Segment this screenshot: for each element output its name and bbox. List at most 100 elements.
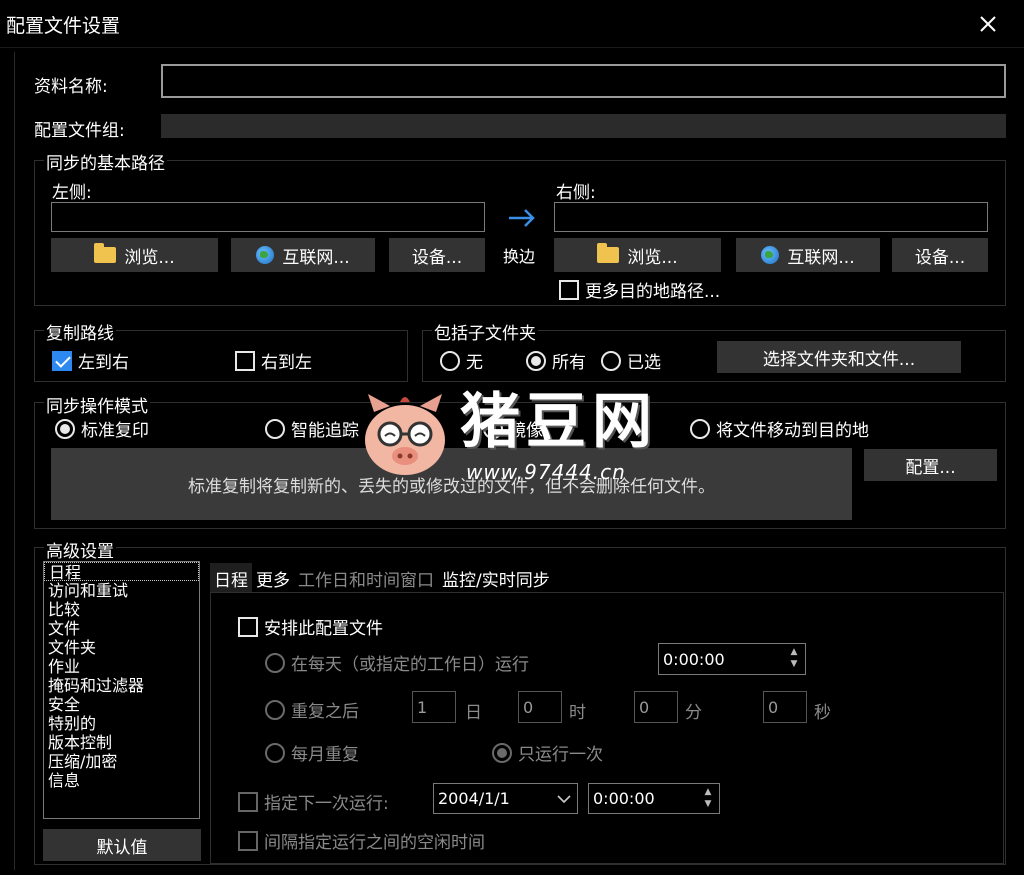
next-run-checkbox[interactable]: 指定下一次运行: <box>238 789 389 814</box>
hours-unit: 时 <box>569 703 586 723</box>
interval-idle-checkbox[interactable]: 间隔指定运行之间的空闲时间 <box>238 828 485 853</box>
profile-name-input[interactable] <box>161 64 1006 98</box>
mode-move-radio[interactable]: 将文件移动到目的地 <box>690 416 869 441</box>
globe-icon <box>761 246 780 264</box>
watermark-brand: 猪豆网 <box>460 387 658 457</box>
seconds-unit: 秒 <box>814 703 831 723</box>
tab-schedule[interactable]: 日程 <box>210 563 252 593</box>
run-once-radio[interactable]: 只运行一次 <box>492 740 603 765</box>
tab-monitor-realtime[interactable]: 监控/实时同步 <box>438 563 554 593</box>
select-folders-files-label: 选择文件夹和文件... <box>762 349 916 370</box>
checkbox-box <box>235 350 255 371</box>
category-item[interactable]: 安全 <box>44 695 199 714</box>
category-item[interactable]: 文件夹 <box>44 638 199 657</box>
defaults-button[interactable]: 默认值 <box>43 829 201 861</box>
left-browse-button[interactable]: 浏览... <box>51 238 218 272</box>
radio-selected-icon <box>492 742 512 763</box>
mode-smart-tracking-label: 智能追踪 <box>291 421 359 441</box>
swap-sides-button[interactable]: 换边 <box>503 243 535 267</box>
mode-move-label: 将文件移动到目的地 <box>716 421 869 441</box>
chevron-down-icon <box>557 795 571 804</box>
left-browse-label: 浏览... <box>124 247 175 268</box>
title-bar: 配置文件设置 <box>0 0 1024 48</box>
category-item[interactable]: 版本控制 <box>44 733 199 752</box>
mode-description: 标准复制将复制新的、丢失的或修改过的文件，但不会删除任何文件。 <box>51 448 852 520</box>
close-button[interactable] <box>966 4 1010 44</box>
left-device-button[interactable]: 设备... <box>389 238 485 272</box>
repeat-minutes-input[interactable]: 0 <box>634 691 678 723</box>
radio-icon <box>265 652 285 673</box>
category-item[interactable]: 信息 <box>44 771 199 790</box>
radio-icon <box>265 418 285 439</box>
mode-smart-tracking-radio[interactable]: 智能追踪 <box>265 416 359 441</box>
repeat-days-input[interactable]: 1 <box>412 691 456 723</box>
subfolders-none-label: 无 <box>466 353 483 373</box>
repeat-after-label: 重复之后 <box>291 702 359 722</box>
category-item[interactable]: 访问和重试 <box>44 581 199 600</box>
ltr-checkbox[interactable]: 左到右 <box>52 348 129 373</box>
next-run-time-input[interactable]: 0:00:00 ▲ ▼ <box>588 783 720 814</box>
radio-icon <box>690 418 710 439</box>
mode-description-text: 标准复制将复制新的、丢失的或修改过的文件，但不会删除任何文件。 <box>188 476 715 497</box>
subfolders-title: 包括子文件夹 <box>432 319 538 344</box>
left-internet-button[interactable]: 互联网... <box>231 238 375 272</box>
next-run-date-select[interactable]: 2004/1/1 <box>433 783 578 814</box>
right-internet-button[interactable]: 互联网... <box>736 238 880 272</box>
advanced-tabs: 日程 更多 工作日和时间窗口 监控/实时同步 <box>210 563 554 593</box>
advanced-title: 高级设置 <box>44 537 116 562</box>
left-path-input[interactable] <box>51 202 485 232</box>
category-item[interactable]: 掩码和过滤器 <box>44 676 199 695</box>
daily-time-input[interactable]: 0:00:00 ▲ ▼ <box>658 643 806 675</box>
radio-selected-icon <box>55 418 75 439</box>
more-destinations-label: 更多目的地路径... <box>585 282 721 302</box>
subfolders-selected-label: 已选 <box>627 353 661 373</box>
repeat-seconds-input[interactable]: 0 <box>763 691 807 723</box>
subfolders-none-radio[interactable]: 无 <box>440 348 483 373</box>
spinner-arrows-icon[interactable]: ▲ ▼ <box>785 646 803 670</box>
tab-more[interactable]: 更多 <box>252 563 294 593</box>
watermark-url: www.97444.cn <box>466 460 626 484</box>
right-path-input[interactable] <box>554 202 988 232</box>
minutes-unit: 分 <box>685 703 702 723</box>
right-device-button[interactable]: 设备... <box>892 238 988 272</box>
category-item[interactable]: 特别的 <box>44 714 199 733</box>
mode-config-button[interactable]: 配置... <box>864 449 997 481</box>
category-item[interactable]: 作业 <box>44 657 199 676</box>
left-device-label: 设备... <box>411 247 463 268</box>
category-item[interactable]: 压缩/加密 <box>44 752 199 771</box>
rtl-checkbox[interactable]: 右到左 <box>235 348 312 373</box>
mode-standard-radio[interactable]: 标准复印 <box>55 416 149 441</box>
spinner-arrows-icon[interactable]: ▲ ▼ <box>699 786 717 810</box>
checkbox-checked-icon <box>52 350 72 371</box>
repeat-after-radio[interactable]: 重复之后 <box>265 697 359 722</box>
more-destinations-checkbox[interactable]: 更多目的地路径... <box>559 277 720 302</box>
subfolders-all-radio[interactable]: 所有 <box>526 348 586 373</box>
category-item[interactable]: 日程 <box>44 562 199 582</box>
monthly-repeat-radio[interactable]: 每月重复 <box>265 740 359 765</box>
tab-workdays-time-window[interactable]: 工作日和时间窗口 <box>294 563 438 593</box>
category-item[interactable]: 比较 <box>44 600 199 619</box>
days-unit: 日 <box>465 703 482 723</box>
checkbox-box <box>559 279 579 300</box>
daily-run-radio[interactable]: 在每天（或指定的工作日）运行 <box>265 650 529 675</box>
subfolders-selected-radio[interactable]: 已选 <box>601 348 661 373</box>
ltr-label: 左到右 <box>78 353 129 373</box>
daily-time-value: 0:00:00 <box>663 649 725 669</box>
sync-mode-title: 同步操作模式 <box>44 392 150 417</box>
globe-icon <box>256 246 275 264</box>
select-folders-files-button[interactable]: 选择文件夹和文件... <box>717 341 961 373</box>
right-browse-button[interactable]: 浏览... <box>554 238 721 272</box>
schedule-profile-label: 安排此配置文件 <box>264 619 383 639</box>
repeat-hours-input[interactable]: 0 <box>518 691 562 723</box>
swap-arrow-icon[interactable] <box>505 203 539 233</box>
folder-icon <box>94 243 117 263</box>
schedule-profile-checkbox[interactable]: 安排此配置文件 <box>238 614 383 639</box>
monthly-repeat-label: 每月重复 <box>291 745 359 765</box>
profile-group-field <box>161 114 1006 138</box>
pig-mascot-logo <box>360 392 450 478</box>
profile-group-label: 配置文件组: <box>34 121 125 141</box>
subfolders-all-label: 所有 <box>552 353 586 373</box>
advanced-category-list[interactable]: 日程 访问和重试 比较 文件 文件夹 作业 掩码和过滤器 安全 特别的 版本控制… <box>43 561 200 819</box>
category-item[interactable]: 文件 <box>44 619 199 638</box>
copy-direction-title: 复制路线 <box>44 319 116 344</box>
